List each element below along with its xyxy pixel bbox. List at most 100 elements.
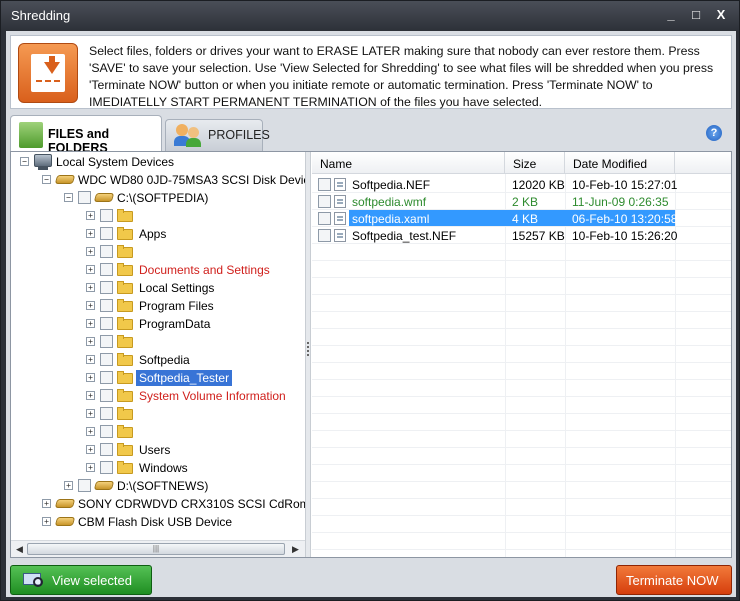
expand-icon[interactable]: +	[42, 517, 51, 526]
expand-icon[interactable]: +	[86, 301, 95, 310]
tree-item-checkbox[interactable]	[100, 353, 113, 366]
tree-item-checkbox[interactable]	[100, 461, 113, 474]
file-row[interactable]: Softpedia.NEF 12020 KB 10-Feb-10 15:27:01	[312, 176, 731, 193]
collapse-icon[interactable]: −	[20, 157, 29, 166]
expand-icon[interactable]: +	[86, 373, 95, 382]
tree-item[interactable]: + ProgramData	[11, 315, 305, 333]
scroll-left-icon[interactable]: ◀	[16, 544, 23, 555]
tree-horizontal-scrollbar[interactable]: ◀ ||| ▶	[11, 540, 305, 557]
file-icon	[334, 212, 346, 225]
drive-icon	[54, 499, 76, 508]
tree-item[interactable]: +	[11, 405, 305, 423]
tree-item[interactable]: +	[11, 207, 305, 225]
tab-profiles[interactable]: PROFILES	[165, 119, 270, 151]
tree-item-checkbox[interactable]	[100, 299, 113, 312]
tree-item[interactable]: + D:\(SOFTNEWS)	[11, 477, 305, 495]
expand-icon[interactable]: +	[86, 355, 95, 364]
expand-icon[interactable]: +	[86, 337, 95, 346]
folder-icon	[117, 299, 133, 312]
tree-item[interactable]: +	[11, 423, 305, 441]
tree-item[interactable]: + Local Settings	[11, 279, 305, 297]
expand-icon[interactable]: +	[86, 283, 95, 292]
collapse-icon[interactable]: −	[64, 193, 73, 202]
expand-icon[interactable]: +	[86, 247, 95, 256]
scroll-thumb[interactable]: |||	[27, 543, 285, 555]
column-size[interactable]: Size	[505, 152, 565, 174]
file-date: 10-Feb-10 15:27:01	[572, 178, 678, 192]
file-row[interactable]: Softpedia_test.NEF 15257 KB 10-Feb-10 15:2…	[312, 227, 731, 244]
tree-item-checkbox[interactable]	[78, 191, 91, 204]
tree-item[interactable]: + System Volume Information	[11, 387, 305, 405]
close-button[interactable]: X	[710, 5, 732, 25]
expand-icon[interactable]: +	[86, 445, 95, 454]
tree-item[interactable]: + Documents and Settings	[11, 261, 305, 279]
terminate-now-button[interactable]: Terminate NOW	[616, 565, 732, 595]
tree-item[interactable]: − Local System Devices	[11, 153, 305, 171]
file-row[interactable]: softpedia.wmf 2 KB 11-Jun-09 0:26:35	[312, 193, 731, 210]
tree-item[interactable]: + Program Files	[11, 297, 305, 315]
info-box: Select files, folders or drives your wan…	[10, 35, 732, 109]
expand-icon[interactable]: +	[86, 409, 95, 418]
tree-item-checkbox[interactable]	[100, 245, 113, 258]
tree-item[interactable]: + Windows	[11, 459, 305, 477]
tree-item-checkbox[interactable]	[100, 389, 113, 402]
users-icon	[174, 124, 204, 148]
tree-item-checkbox[interactable]	[100, 443, 113, 456]
column-date-modified[interactable]: Date Modified	[565, 152, 675, 174]
tree-item[interactable]: + Users	[11, 441, 305, 459]
scroll-right-icon[interactable]: ▶	[292, 544, 299, 555]
tree-item-checkbox[interactable]	[78, 479, 91, 492]
tree-item-checkbox[interactable]	[100, 317, 113, 330]
expand-icon[interactable]: +	[86, 391, 95, 400]
file-list[interactable]: Name Size Date Modified Softpedia.NEF 120…	[312, 152, 731, 557]
file-checkbox[interactable]	[318, 195, 331, 208]
file-checkbox[interactable]	[318, 229, 331, 242]
expand-icon[interactable]: +	[86, 229, 95, 238]
tree-item-checkbox[interactable]	[100, 425, 113, 438]
tree-item-checkbox[interactable]	[100, 227, 113, 240]
collapse-icon[interactable]: −	[42, 175, 51, 184]
maximize-button[interactable]: □	[685, 5, 707, 25]
expand-icon[interactable]: +	[42, 499, 51, 508]
expand-icon[interactable]: +	[86, 463, 95, 472]
window-title: Shredding	[11, 8, 71, 23]
file-name: softpedia.xaml	[352, 212, 430, 226]
tree-item[interactable]: + Apps	[11, 225, 305, 243]
tree-item[interactable]: + Softpedia	[11, 351, 305, 369]
tree-item-checkbox[interactable]	[100, 281, 113, 294]
shredding-window: Shredding _ □ X Select files, folders or…	[0, 0, 740, 601]
tree-item[interactable]: +	[11, 243, 305, 261]
expand-icon[interactable]: +	[86, 211, 95, 220]
expand-icon[interactable]: +	[86, 265, 95, 274]
tree-item-checkbox[interactable]	[100, 371, 113, 384]
tree-item-checkbox[interactable]	[100, 209, 113, 222]
file-checkbox[interactable]	[318, 212, 331, 225]
expand-icon[interactable]: +	[86, 319, 95, 328]
folder-icon	[117, 245, 133, 258]
view-selected-button[interactable]: View selected	[10, 565, 152, 595]
file-checkbox[interactable]	[318, 178, 331, 191]
expand-icon[interactable]: +	[86, 427, 95, 436]
shredder-icon	[18, 43, 78, 103]
column-name[interactable]: Name	[312, 152, 505, 174]
info-text: Select files, folders or drives your wan…	[89, 44, 714, 109]
folder-icon	[117, 263, 133, 276]
tree-item[interactable]: +	[11, 333, 305, 351]
tab-files-and-folders[interactable]: FILES and FOLDERS	[10, 115, 162, 155]
tree-item-checkbox[interactable]	[100, 407, 113, 420]
pane-splitter[interactable]	[305, 152, 311, 557]
tree-item[interactable]: + CBM Flash Disk USB Device	[11, 513, 305, 531]
title-bar[interactable]: Shredding _ □ X	[1, 1, 739, 31]
help-icon[interactable]: ?	[706, 125, 722, 141]
minimize-button[interactable]: _	[660, 5, 682, 25]
tree-item-checkbox[interactable]	[100, 263, 113, 276]
tree-item[interactable]: − WDC WD80 0JD-75MSA3 SCSI Disk Device	[11, 171, 305, 189]
tree-item[interactable]: + Softpedia_Tester	[11, 369, 305, 387]
tree-item-checkbox[interactable]	[100, 335, 113, 348]
file-size: 12020 KB	[512, 178, 565, 192]
tree-item[interactable]: + SONY CDRWDVD CRX310S SCSI CdRom Dev	[11, 495, 305, 513]
file-row[interactable]: softpedia.xaml 4 KB 06-Feb-10 13:20:58	[312, 210, 731, 227]
device-tree[interactable]: − Local System Devices − WDC WD80 0JD-75MSA…	[11, 152, 305, 557]
tree-item[interactable]: − C:\(SOFTPEDIA)	[11, 189, 305, 207]
expand-icon[interactable]: +	[64, 481, 73, 490]
